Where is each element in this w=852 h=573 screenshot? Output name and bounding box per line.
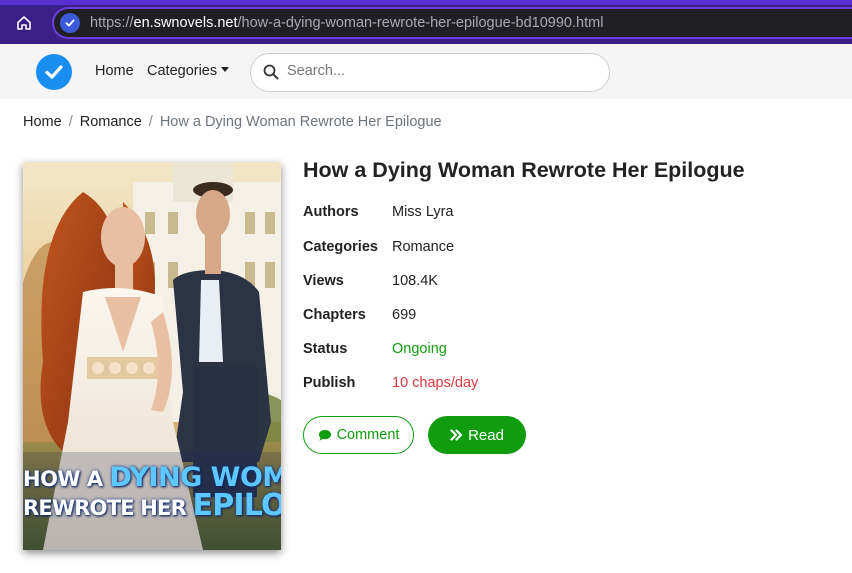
url-path: /how-a-dying-woman-rewrote-her-epilogue-…: [237, 15, 604, 31]
site-logo[interactable]: [36, 54, 72, 90]
browser-home-button[interactable]: [10, 10, 38, 36]
author-link[interactable]: Miss Lyra: [392, 204, 454, 220]
address-bar[interactable]: https://en.swnovels.net/how-a-dying-woma…: [52, 7, 852, 39]
status-value: Ongoing: [392, 341, 447, 357]
category-link[interactable]: Romance: [392, 239, 454, 255]
cover-title-line2: REWROTE HER EPILOGUE: [23, 488, 281, 523]
url-host: en.swnovels.net: [133, 15, 238, 31]
nav-home-link[interactable]: Home: [95, 63, 134, 79]
info-label: Publish: [303, 375, 356, 391]
browser-toolbar: https://en.swnovels.net/how-a-dying-woma…: [0, 0, 852, 44]
breadcrumb-current: How a Dying Woman Rewrote Her Epilogue: [159, 114, 442, 130]
nav-categories-dropdown[interactable]: Categories: [147, 63, 230, 79]
checkmark-icon: [45, 65, 63, 79]
breadcrumb-separator: /: [68, 114, 73, 130]
comment-button[interactable]: Comment: [303, 416, 414, 454]
search-input[interactable]: [287, 63, 587, 79]
search-box[interactable]: [250, 53, 610, 92]
views-value: 108.4K: [392, 273, 438, 289]
cover-title-small: REWROTE HER: [23, 496, 187, 520]
read-button[interactable]: Read: [428, 416, 526, 454]
info-label: Authors: [303, 204, 359, 220]
book-cover[interactable]: HOW A DYING WOMAN REWROTE HER EPILOGUE: [23, 162, 281, 550]
comment-button-label: Comment: [336, 427, 400, 443]
search-icon: [263, 64, 279, 80]
breadcrumb-separator: /: [148, 114, 153, 130]
url-scheme: https://: [90, 15, 134, 31]
breadcrumb-home[interactable]: Home: [23, 114, 62, 130]
site-navbar: Home Categories: [0, 44, 852, 99]
nav-categories-label: Categories: [147, 63, 218, 79]
info-label: Status: [303, 341, 348, 357]
caret-down-icon: [221, 67, 230, 72]
comment-icon: [318, 429, 331, 441]
cover-title-big: EPILOGUE: [192, 488, 282, 523]
url-text: https://en.swnovels.net/how-a-dying-woma…: [90, 15, 603, 31]
read-button-label: Read: [468, 426, 504, 444]
info-label: Chapters: [303, 307, 366, 323]
info-label: Categories: [303, 239, 378, 255]
breadcrumb-category[interactable]: Romance: [80, 114, 142, 130]
publish-value: 10 chaps/day: [392, 375, 479, 391]
home-icon: [17, 16, 31, 30]
double-chevron-right-icon: [450, 429, 463, 441]
book-title: How a Dying Woman Rewrote Her Epilogue: [303, 158, 745, 182]
info-label: Views: [303, 273, 344, 289]
site-security-icon[interactable]: [60, 13, 80, 33]
chapters-value: 699: [392, 307, 417, 323]
breadcrumb: Home / Romance / How a Dying Woman Rewrote H…: [23, 114, 442, 130]
